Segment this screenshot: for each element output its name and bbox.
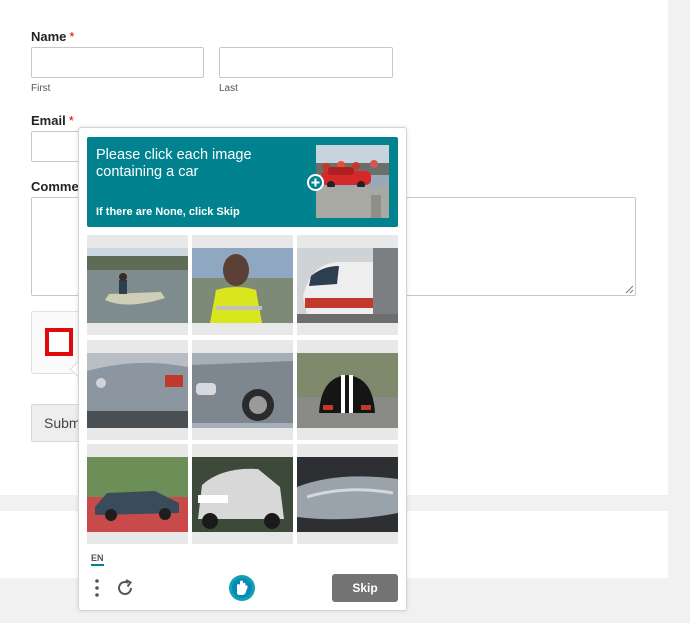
menu-dots-icon[interactable]	[93, 578, 101, 598]
tile-person-vest[interactable]	[192, 235, 293, 335]
tile-car-side-dented[interactable]	[192, 340, 293, 440]
captcha-challenge-popup: Please click each image containing a car…	[78, 127, 407, 611]
tile-car-white[interactable]	[192, 444, 293, 544]
skip-button[interactable]: Skip	[332, 574, 398, 602]
email-label-text: Email	[31, 113, 66, 128]
prompt-text: Please click each image containing a car	[96, 147, 252, 180]
tile-car-rear-silver[interactable]	[87, 340, 188, 440]
resize-grip-icon[interactable]	[625, 285, 634, 294]
prompt-hint: If there are None, click Skip	[96, 206, 240, 218]
tile-boat[interactable]	[87, 235, 188, 335]
required-mark: *	[69, 29, 75, 44]
tile-car-black-stripes[interactable]	[297, 340, 398, 440]
refresh-icon[interactable]	[115, 578, 135, 598]
tile-train[interactable]	[297, 235, 398, 335]
name-label-text: Name	[31, 29, 67, 44]
name-label: Name *	[31, 29, 74, 44]
prompt-banner: Please click each image containing a car…	[87, 137, 398, 227]
required-mark: *	[68, 113, 74, 128]
comment-label: Comme	[31, 179, 79, 194]
plus-circle-icon[interactable]	[307, 174, 324, 191]
email-label: Email *	[31, 113, 74, 128]
hcaptcha-logo-icon	[229, 575, 255, 601]
last-name-input[interactable]	[219, 47, 393, 78]
first-sublabel: First	[31, 83, 51, 94]
tile-car-silver-closeup[interactable]	[297, 444, 398, 544]
captcha-checkbox[interactable]	[45, 328, 73, 356]
example-image[interactable]	[316, 145, 389, 218]
tile-car-blue-lawn[interactable]	[87, 444, 188, 544]
language-selector[interactable]: EN	[91, 553, 104, 566]
last-sublabel: Last	[219, 83, 238, 94]
first-name-input[interactable]	[31, 47, 204, 78]
